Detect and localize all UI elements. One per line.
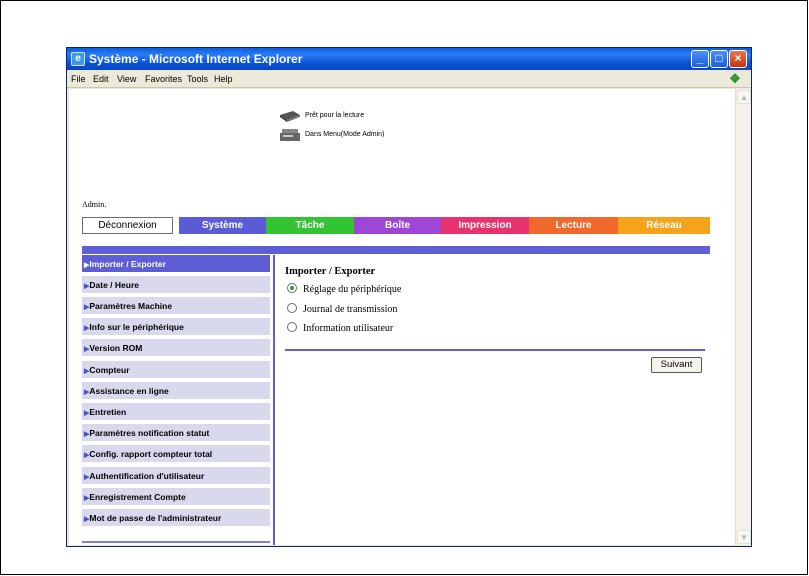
sidebar: ▶Importer / Exporter ▶Date / Heure ▶Para… bbox=[82, 255, 275, 545]
minimize-button[interactable]: _ bbox=[691, 50, 709, 68]
tab-tache[interactable]: Tâche bbox=[266, 217, 354, 234]
content-divider bbox=[285, 349, 705, 351]
vertical-scrollbar[interactable]: ▲ ▼ bbox=[735, 89, 751, 545]
sidebar-item-enregistrement-compte[interactable]: ▶Enregistrement Compte bbox=[82, 488, 270, 507]
tab-reseau[interactable]: Réseau bbox=[618, 217, 710, 234]
sidebar-item-authentification[interactable]: ▶Authentification d'utilisateur bbox=[82, 467, 270, 486]
radio-button[interactable] bbox=[287, 303, 297, 313]
printer-icon bbox=[280, 111, 300, 122]
menu-tools[interactable]: Tools bbox=[187, 74, 208, 84]
main-tabs: Déconnexion Système Tâche Boîte Impressi… bbox=[82, 217, 710, 235]
copier-icon bbox=[280, 129, 300, 141]
sidebar-item-mot-de-passe[interactable]: ▶Mot de passe de l'administrateur bbox=[82, 509, 270, 528]
windows-logo-icon: ❖ bbox=[729, 71, 741, 86]
internet-explorer-icon: e bbox=[71, 52, 85, 66]
menu-file[interactable]: File bbox=[71, 74, 86, 84]
tab-lecture[interactable]: Lecture bbox=[529, 217, 618, 234]
sidebar-item-assistance[interactable]: ▶Assistance en ligne bbox=[82, 382, 270, 401]
sidebar-item-info-peripherique[interactable]: ▶Info sur le périphérique bbox=[82, 318, 270, 337]
option-journal[interactable]: Journal de transmission bbox=[287, 303, 397, 317]
menu-view[interactable]: View bbox=[117, 74, 136, 84]
menu-edit[interactable]: Edit bbox=[93, 74, 109, 84]
option-information[interactable]: Information utilisateur bbox=[287, 322, 393, 336]
sidebar-item-version-rom[interactable]: ▶Version ROM bbox=[82, 339, 270, 358]
radio-button[interactable] bbox=[287, 322, 297, 332]
sidebar-item-importer-exporter[interactable]: ▶Importer / Exporter bbox=[82, 255, 270, 274]
logout-button[interactable]: Déconnexion bbox=[82, 217, 173, 234]
menu-bar: File Edit View Favorites Tools Help ❖ bbox=[67, 70, 751, 88]
menu-help[interactable]: Help bbox=[214, 74, 233, 84]
title-bar: e Système - Microsoft Internet Explorer … bbox=[67, 48, 751, 70]
page-title: Importer / Exporter bbox=[285, 266, 376, 277]
tab-boite[interactable]: Boîte bbox=[354, 217, 441, 234]
sidebar-item-notification[interactable]: ▶Paramètres notification statut bbox=[82, 424, 270, 443]
sidebar-item-compteur[interactable]: ▶Compteur bbox=[82, 361, 270, 380]
status-mode-text: Dans Menu(Mode Admin) bbox=[305, 131, 385, 138]
window-title: Système - Microsoft Internet Explorer bbox=[89, 52, 303, 66]
sidebar-item-entretien[interactable]: ▶Entretien bbox=[82, 403, 270, 422]
scroll-down-icon[interactable]: ▼ bbox=[737, 530, 751, 544]
sidebar-item-rapport-compteur[interactable]: ▶Config. rapport compteur total bbox=[82, 445, 270, 464]
close-button[interactable]: × bbox=[729, 50, 747, 68]
status-ready-text: Prêt pour la lecture bbox=[305, 112, 365, 119]
sidebar-bottom-rule bbox=[82, 541, 270, 543]
scroll-up-icon[interactable]: ▲ bbox=[737, 90, 751, 104]
radio-button-checked[interactable] bbox=[287, 283, 297, 293]
section-divider bbox=[82, 246, 710, 254]
menu-favorites[interactable]: Favorites bbox=[145, 74, 182, 84]
tab-impression[interactable]: Impression bbox=[441, 217, 529, 234]
next-button[interactable]: Suivant bbox=[651, 357, 702, 373]
page-viewport: Prêt pour la lecture Dans Menu(Mode Admi… bbox=[69, 89, 735, 545]
option-reglage[interactable]: Réglage du périphérique bbox=[287, 283, 401, 297]
tab-systeme[interactable]: Système bbox=[179, 217, 266, 234]
admin-label: Admin. bbox=[82, 200, 107, 209]
sidebar-item-date-heure[interactable]: ▶Date / Heure bbox=[82, 276, 270, 295]
browser-window: e Système - Microsoft Internet Explorer … bbox=[66, 47, 752, 547]
maximize-button[interactable]: □ bbox=[710, 50, 728, 68]
sidebar-item-parametres-machine[interactable]: ▶Paramètres Machine bbox=[82, 297, 270, 316]
